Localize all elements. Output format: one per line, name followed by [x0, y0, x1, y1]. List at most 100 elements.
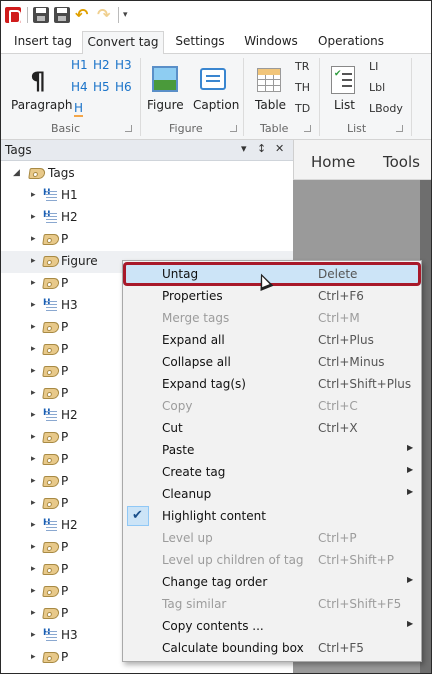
save-as-icon[interactable]: [54, 7, 70, 23]
tree-node-label: P: [61, 496, 69, 510]
submenu-arrow-icon: ▶: [407, 487, 414, 496]
lbl-button[interactable]: Lbl: [369, 81, 385, 94]
tree-node-row[interactable]: ▸ H H2: [1, 207, 293, 229]
tools-tab[interactable]: Tools: [383, 153, 420, 171]
menu-item-label: Copy: [162, 399, 193, 413]
li-button[interactable]: LI: [369, 60, 378, 73]
tab-operations[interactable]: Operations: [313, 31, 389, 54]
undo-icon[interactable]: ↶: [75, 7, 91, 23]
expand-icon[interactable]: ▸: [31, 344, 36, 354]
expand-icon[interactable]: ▸: [31, 432, 36, 442]
heading-tag-icon: H: [43, 188, 57, 202]
table-icon[interactable]: [257, 68, 281, 92]
tree-node-row[interactable]: ▸ P: [1, 229, 293, 251]
menu-item-expand-tag-s[interactable]: Expand tag(s) Ctrl+Shift+Plus: [123, 373, 421, 395]
group-launcher-list[interactable]: [396, 125, 403, 132]
expand-icon[interactable]: ▸: [31, 212, 36, 222]
submenu-arrow-icon: ▶: [407, 575, 414, 584]
list-icon[interactable]: [331, 66, 355, 94]
group-divider: [243, 58, 244, 136]
save-icon[interactable]: [33, 7, 49, 23]
expand-icon[interactable]: ▸: [31, 586, 36, 596]
heading-tag-icon: H: [43, 298, 57, 312]
h6-button[interactable]: H6: [115, 80, 132, 94]
menu-item-label: Merge tags: [162, 311, 230, 325]
expand-icon[interactable]: ▸: [31, 542, 36, 552]
menu-item-collapse-all[interactable]: Collapse all Ctrl+Minus: [123, 351, 421, 373]
caption-button[interactable]: Caption: [193, 98, 239, 112]
expand-icon[interactable]: ▸: [31, 476, 36, 486]
app-logo-icon[interactable]: [5, 7, 21, 24]
expand-icon[interactable]: ▸: [31, 608, 36, 618]
tag-icon: [28, 168, 46, 179]
list-button[interactable]: List: [334, 98, 355, 112]
paragraph-button[interactable]: Paragraph: [11, 98, 72, 112]
expand-icon[interactable]: ▸: [31, 234, 36, 244]
menu-item-highlight-content[interactable]: ✔ Highlight content: [123, 505, 421, 527]
heading-tag-icon: H: [43, 408, 57, 422]
menu-item-create-tag[interactable]: Create tag ▶: [123, 461, 421, 483]
expand-icon[interactable]: ▸: [31, 388, 36, 398]
group-launcher-figure[interactable]: [230, 125, 237, 132]
paragraph-icon[interactable]: ¶: [25, 68, 51, 94]
app-window: ↶ ↷ ▾ Insert tag Convert tag Settings Wi…: [1, 1, 431, 673]
caption-icon[interactable]: [200, 68, 226, 90]
expand-icon[interactable]: ▸: [31, 190, 36, 200]
tr-button[interactable]: TR: [295, 60, 309, 73]
menu-item-untag[interactable]: Untag Delete: [123, 262, 421, 292]
panel-menu-icon[interactable]: ▾: [241, 142, 247, 155]
h-button[interactable]: H: [74, 101, 84, 117]
menu-item-paste[interactable]: Paste ▶: [123, 439, 421, 461]
close-icon[interactable]: ✕: [275, 142, 284, 155]
tree-node-label: H3: [61, 628, 78, 642]
h5-button[interactable]: H5: [93, 80, 110, 94]
expand-icon[interactable]: ▸: [31, 564, 36, 574]
expand-icon[interactable]: ▸: [31, 278, 36, 288]
tab-windows[interactable]: Windows: [239, 31, 303, 54]
h2-button[interactable]: H2: [93, 58, 110, 72]
lbody-button[interactable]: LBody: [369, 102, 403, 115]
h4-button[interactable]: H4: [71, 80, 88, 94]
expand-icon[interactable]: ▸: [31, 322, 36, 332]
th-button[interactable]: TH: [295, 81, 310, 94]
menu-item-copy-contents[interactable]: Copy contents ... ▶: [123, 615, 421, 637]
group-launcher-basic[interactable]: [125, 125, 132, 132]
menu-item-calculate-bounding-box[interactable]: Calculate bounding box Ctrl+F5: [123, 637, 421, 659]
tab-convert-tag[interactable]: Convert tag: [82, 31, 164, 55]
table-button[interactable]: Table: [255, 98, 286, 112]
menu-item-cut[interactable]: Cut Ctrl+X: [123, 417, 421, 439]
pin-icon[interactable]: ↕: [257, 142, 266, 155]
tree-node-row[interactable]: ▸ H H1: [1, 185, 293, 207]
group-launcher-table[interactable]: [304, 125, 311, 132]
submenu-arrow-icon: ▶: [407, 443, 414, 452]
h1-button[interactable]: H1: [71, 58, 88, 72]
expand-icon[interactable]: ▸: [31, 366, 36, 376]
figure-button[interactable]: Figure: [147, 98, 184, 112]
expand-icon[interactable]: ▸: [31, 454, 36, 464]
redo-icon[interactable]: ↷: [97, 7, 113, 23]
expand-icon[interactable]: ▸: [31, 300, 36, 310]
td-button[interactable]: TD: [295, 102, 310, 115]
customize-toolbar-icon[interactable]: ▾: [123, 7, 139, 23]
menu-item-properties[interactable]: Properties Ctrl+F6: [123, 285, 421, 307]
tab-settings[interactable]: Settings: [169, 31, 231, 54]
expand-icon[interactable]: ▸: [31, 256, 36, 266]
context-menu: Untag Delete Properties Ctrl+F6 Merge tags Ct…: [122, 260, 422, 662]
expand-icon[interactable]: ▸: [31, 630, 36, 640]
expand-icon[interactable]: ▸: [31, 410, 36, 420]
collapse-icon[interactable]: ◢: [13, 168, 20, 178]
menu-item-expand-all[interactable]: Expand all Ctrl+Plus: [123, 329, 421, 351]
group-divider: [319, 58, 320, 136]
expand-icon[interactable]: ▸: [31, 498, 36, 508]
menu-item-change-tag-order[interactable]: Change tag order ▶: [123, 571, 421, 593]
menu-item-shortcut: Ctrl+P: [318, 531, 357, 545]
figure-icon[interactable]: [152, 66, 178, 92]
home-tab[interactable]: Home: [311, 153, 355, 171]
tree-root-row[interactable]: ◢ Tags: [1, 163, 293, 185]
expand-icon[interactable]: ▸: [31, 652, 36, 662]
h3-button[interactable]: H3: [115, 58, 132, 72]
tab-insert-tag[interactable]: Insert tag: [7, 31, 79, 54]
ribbon-tabs: Insert tag Convert tag Settings Windows …: [1, 29, 431, 55]
menu-item-cleanup[interactable]: Cleanup ▶: [123, 483, 421, 505]
expand-icon[interactable]: ▸: [31, 520, 36, 530]
